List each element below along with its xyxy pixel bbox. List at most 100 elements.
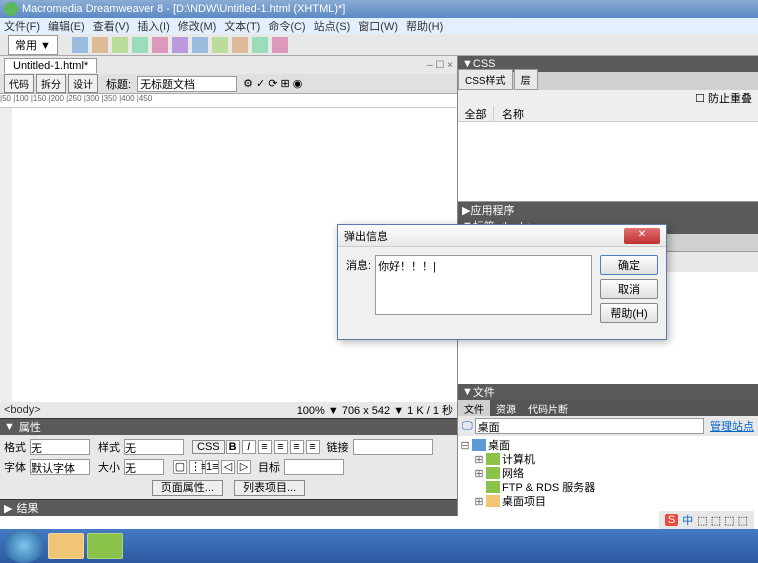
- align-justify-icon[interactable]: ≡: [306, 440, 320, 454]
- link-input[interactable]: [353, 439, 433, 455]
- font-select[interactable]: 默认字体: [30, 459, 90, 475]
- message-textarea[interactable]: 你好！！！|: [375, 255, 592, 315]
- cancel-button[interactable]: 取消: [600, 279, 658, 299]
- link-label: 链接: [327, 439, 349, 455]
- font-label: 字体: [4, 459, 26, 475]
- help-button[interactable]: 帮助(H): [600, 303, 658, 323]
- col-name[interactable]: 名称: [494, 106, 524, 122]
- tree-item[interactable]: FTP & RDS 服务器: [460, 480, 756, 494]
- css-styles-tab[interactable]: CSS样式: [458, 69, 513, 90]
- align-right-icon[interactable]: ≡: [290, 440, 304, 454]
- css-button[interactable]: CSS: [192, 440, 225, 454]
- files-tab[interactable]: 文件: [458, 400, 490, 416]
- list-ol-icon[interactable]: 1≡: [205, 460, 219, 474]
- bold-button[interactable]: B: [226, 440, 240, 454]
- style-select[interactable]: 无: [124, 439, 184, 455]
- image-icon[interactable]: [152, 37, 168, 53]
- assets-tab[interactable]: 资源: [490, 400, 522, 416]
- files-panel-header[interactable]: ▼ 文件: [458, 384, 758, 400]
- status-bar: <body> 100% ▼ 706 x 542 ▼ 1 K / 1 秒: [0, 402, 457, 418]
- tag-icon[interactable]: [272, 37, 288, 53]
- col-all[interactable]: 全部: [458, 106, 494, 122]
- location-select[interactable]: 桌面: [475, 418, 704, 434]
- menu-text[interactable]: 文本(T): [224, 18, 260, 34]
- size-select[interactable]: 无: [124, 459, 164, 475]
- date-icon[interactable]: [212, 37, 228, 53]
- title-label: 标题:: [106, 76, 131, 92]
- hyperlink-icon[interactable]: [72, 37, 88, 53]
- color-picker[interactable]: ▢: [173, 460, 187, 474]
- doc-tool-icons[interactable]: ⚙ ✓ ⟳ ⊞ ◉: [243, 77, 302, 90]
- style-label: 样式: [98, 439, 120, 455]
- target-label: 目标: [258, 459, 280, 475]
- outdent-icon[interactable]: ◁: [221, 460, 235, 474]
- email-icon[interactable]: [92, 37, 108, 53]
- expand-icon[interactable]: ▶: [4, 502, 12, 515]
- list-ul-icon[interactable]: ⋮≡: [189, 460, 203, 474]
- menu-window[interactable]: 窗口(W): [358, 18, 398, 34]
- collapse-icon[interactable]: ▼: [4, 421, 15, 433]
- layers-tab[interactable]: 层: [514, 69, 538, 90]
- target-select[interactable]: [284, 459, 344, 475]
- menu-file[interactable]: 文件(F): [4, 18, 40, 34]
- ime-icon[interactable]: S: [665, 514, 678, 526]
- italic-button[interactable]: I: [242, 440, 256, 454]
- templates-icon[interactable]: [252, 37, 268, 53]
- comment-icon[interactable]: [232, 37, 248, 53]
- menu-site[interactable]: 站点(S): [314, 18, 351, 34]
- properties-panel: ▼属性 格式 无 样式 无 CSS B I ≡ ≡ ≡ ≡ 链接: [0, 418, 457, 499]
- code-view-button[interactable]: 代码: [4, 74, 34, 93]
- file-tree[interactable]: ⊟桌面⊞计算机⊞网络FTP & RDS 服务器⊞桌面项目: [458, 436, 758, 516]
- category-dropdown[interactable]: 常用 ▼: [8, 35, 58, 55]
- taskbar-explorer[interactable]: [48, 533, 84, 559]
- no-overlap-checkbox[interactable]: ☐ 防止重叠: [695, 93, 752, 105]
- main-menu: 文件(F) 编辑(E) 查看(V) 插入(I) 修改(M) 文本(T) 命令(C…: [0, 18, 758, 34]
- list-item-button[interactable]: 列表项目...: [234, 480, 305, 496]
- document-toolbar: 代码 拆分 设计 标题: ⚙ ✓ ⟳ ⊞ ◉: [0, 74, 457, 94]
- status-info[interactable]: 100% ▼ 706 x 542 ▼ 1 K / 1 秒: [297, 402, 453, 418]
- tree-item[interactable]: ⊟桌面: [460, 438, 756, 452]
- format-select[interactable]: 无: [30, 439, 90, 455]
- ime-mode[interactable]: 中: [682, 512, 693, 528]
- tree-item[interactable]: ⊞计算机: [460, 452, 756, 466]
- menu-insert[interactable]: 插入(I): [137, 18, 169, 34]
- document-tab[interactable]: Untitled-1.html*: [4, 58, 97, 73]
- window-title: Macromedia Dreamweaver 8 - [D:\NDW\Untit…: [22, 3, 345, 15]
- ok-button[interactable]: 确定: [600, 255, 658, 275]
- app-panel-header[interactable]: ▶ 应用程序: [458, 202, 758, 218]
- tag-selector[interactable]: <body>: [4, 404, 41, 416]
- tray-icons[interactable]: ⬚ ⬚ ⬚ ⬚: [697, 514, 748, 527]
- indent-icon[interactable]: ▷: [237, 460, 251, 474]
- app-logo-icon: [4, 2, 18, 16]
- page-properties-button[interactable]: 页面属性...: [152, 480, 223, 496]
- start-button[interactable]: [4, 529, 44, 563]
- tree-item[interactable]: ⊞桌面项目: [460, 494, 756, 508]
- align-left-icon[interactable]: ≡: [258, 440, 272, 454]
- menu-edit[interactable]: 编辑(E): [48, 18, 85, 34]
- tree-item[interactable]: ⊞网络: [460, 466, 756, 480]
- doc-window-controls[interactable]: – ☐ ×: [427, 60, 453, 71]
- table-icon[interactable]: [132, 37, 148, 53]
- menu-help[interactable]: 帮助(H): [406, 18, 443, 34]
- split-view-button[interactable]: 拆分: [36, 74, 66, 93]
- dialog-close-button[interactable]: ✕: [624, 228, 660, 244]
- css-list[interactable]: [458, 122, 758, 202]
- title-input[interactable]: [137, 76, 237, 92]
- design-view-button[interactable]: 设计: [68, 74, 98, 93]
- system-tray: S 中 ⬚ ⬚ ⬚ ⬚: [659, 511, 754, 529]
- manage-sites-link[interactable]: 管理站点: [710, 418, 754, 434]
- div-icon[interactable]: [172, 37, 188, 53]
- window-titlebar: Macromedia Dreamweaver 8 - [D:\NDW\Untit…: [0, 0, 758, 18]
- align-center-icon[interactable]: ≡: [274, 440, 288, 454]
- menu-modify[interactable]: 修改(M): [178, 18, 217, 34]
- format-label: 格式: [4, 439, 26, 455]
- popup-message-dialog: 弹出信息 ✕ 消息: 你好！！！| 确定 取消 帮助(H): [337, 224, 667, 340]
- menu-commands[interactable]: 命令(C): [268, 18, 305, 34]
- windows-taskbar: [0, 529, 758, 563]
- snippets-tab[interactable]: 代码片断: [522, 400, 574, 416]
- media-icon[interactable]: [192, 37, 208, 53]
- anchor-icon[interactable]: [112, 37, 128, 53]
- dialog-title: 弹出信息: [344, 228, 388, 244]
- menu-view[interactable]: 查看(V): [93, 18, 130, 34]
- taskbar-dreamweaver[interactable]: [87, 533, 123, 559]
